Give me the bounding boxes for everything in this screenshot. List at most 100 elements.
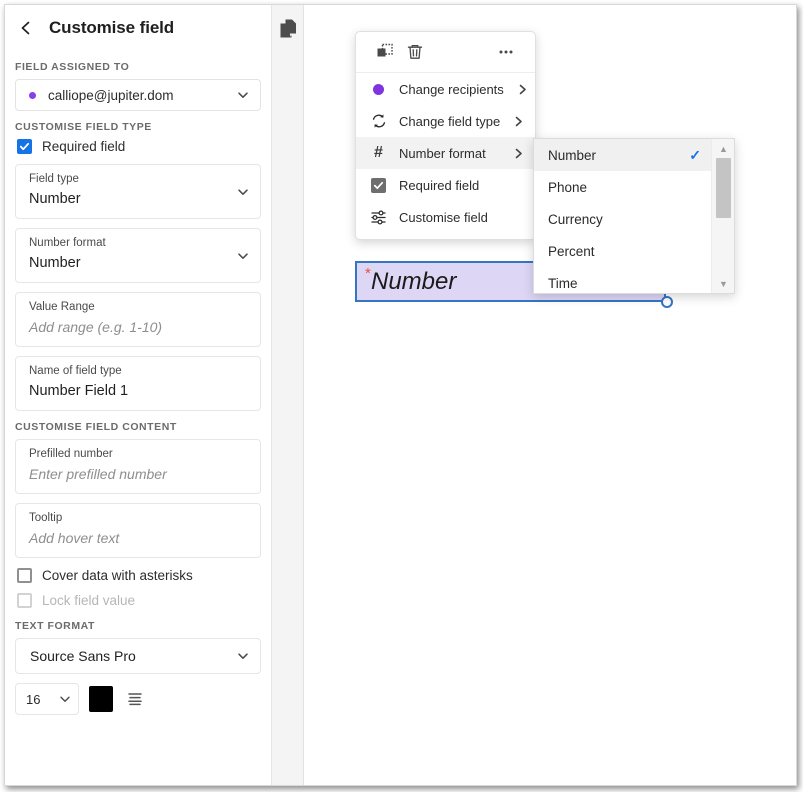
font-size-value: 16 (26, 692, 58, 707)
menu-item-change-field-type[interactable]: Change field type (356, 105, 535, 137)
more-options-icon (497, 43, 515, 61)
trash-icon (406, 43, 424, 61)
chevron-down-icon (236, 649, 250, 663)
submenu-option-time[interactable]: Time (534, 267, 711, 294)
name-of-field-type-input[interactable]: Name of field type Number Field 1 (15, 356, 261, 411)
scrollbar-thumb[interactable] (716, 158, 731, 218)
field-type-select[interactable]: Field type Number (15, 164, 261, 219)
delete-field-button[interactable] (400, 37, 430, 67)
submenu-option-number[interactable]: Number ✓ (534, 139, 711, 171)
duplicate-field-icon (376, 43, 394, 61)
submenu-scrollbar[interactable]: ▲ ▼ (711, 139, 734, 293)
number-format-select[interactable]: Number format Number (15, 228, 261, 283)
menu-item-customise-field-label: Customise field (399, 210, 525, 225)
sliders-icon (370, 209, 387, 226)
font-color-swatch[interactable] (89, 686, 113, 712)
field-assigned-to-value: calliope@jupiter.dom (48, 88, 236, 103)
scroll-down-arrow-icon[interactable]: ▼ (712, 275, 735, 292)
cover-data-checkbox-row[interactable]: Cover data with asterisks (17, 568, 271, 583)
submenu-option-phone[interactable]: Phone (534, 171, 711, 203)
check-icon (19, 141, 30, 152)
application-window: Customise field FIELD ASSIGNED TO callio… (4, 4, 797, 786)
chevron-down-icon (58, 692, 72, 706)
hash-icon: # (370, 145, 387, 162)
menu-item-required-field[interactable]: Required field (356, 169, 535, 201)
duplicate-field-button[interactable] (370, 37, 400, 67)
section-label-text-format: TEXT FORMAT (15, 620, 271, 632)
number-format-options-list: Number ✓ Phone Currency Percent Time (534, 139, 711, 293)
chevron-down-icon (236, 249, 250, 263)
value-range-placeholder: Add range (e.g. 1-10) (29, 317, 248, 337)
app-root: Customise field FIELD ASSIGNED TO callio… (0, 0, 803, 792)
number-format-value: Number (29, 253, 248, 273)
text-format-toolbar: 16 (15, 683, 261, 715)
submenu-option-time-label: Time (548, 276, 701, 291)
panel-header: Customise field (5, 5, 271, 51)
more-options-button[interactable] (491, 37, 521, 67)
menu-item-number-format[interactable]: # Number format (356, 137, 535, 169)
page-title: Customise field (49, 18, 174, 38)
prefilled-number-caption: Prefilled number (29, 447, 248, 462)
name-of-field-type-value: Number Field 1 (29, 381, 248, 401)
text-align-icon (126, 691, 144, 707)
chevron-right-icon (512, 115, 525, 128)
number-format-submenu: Number ✓ Phone Currency Percent Time ▲ ▼ (533, 138, 735, 294)
customise-field-sidebar: Customise field FIELD ASSIGNED TO callio… (5, 5, 272, 785)
submenu-option-percent[interactable]: Percent (534, 235, 711, 267)
back-button[interactable] (15, 17, 37, 39)
tooltip-input[interactable]: Tooltip Add hover text (15, 503, 261, 558)
cover-data-label: Cover data with asterisks (42, 568, 193, 583)
duplicate-pages-button[interactable] (280, 19, 297, 38)
check-icon: ✓ (689, 147, 701, 164)
tooltip-placeholder: Add hover text (29, 528, 248, 548)
font-size-select[interactable]: 16 (15, 683, 79, 715)
field-type-value: Number (29, 189, 248, 209)
field-assigned-to-select[interactable]: calliope@jupiter.dom (15, 79, 261, 111)
menu-item-change-recipients[interactable]: Change recipients (356, 73, 535, 105)
scroll-up-arrow-icon[interactable]: ▲ (712, 140, 735, 157)
pages-rail (272, 5, 304, 785)
section-label-field-type: CUSTOMISE FIELD TYPE (15, 121, 271, 133)
lock-field-value-label: Lock field value (42, 593, 135, 608)
field-resize-handle[interactable] (661, 296, 673, 308)
section-label-field-content: CUSTOMISE FIELD CONTENT (15, 421, 271, 433)
menu-item-change-field-type-label: Change field type (399, 114, 500, 129)
lock-field-value-checkbox (17, 593, 32, 608)
required-marker-icon: * (365, 266, 371, 281)
submenu-option-number-label: Number (548, 148, 689, 163)
required-field-checkbox[interactable] (17, 139, 32, 154)
menu-item-change-recipients-label: Change recipients (399, 82, 504, 97)
duplicate-pages-icon (280, 19, 297, 38)
section-label-assigned: FIELD ASSIGNED TO (15, 61, 271, 73)
prefilled-number-placeholder: Enter prefilled number (29, 464, 248, 484)
cover-data-checkbox[interactable] (17, 568, 32, 583)
menu-item-required-field-label: Required field (399, 178, 525, 193)
name-of-field-type-caption: Name of field type (29, 364, 248, 379)
chevron-left-icon (17, 19, 35, 37)
prefilled-number-input[interactable]: Prefilled number Enter prefilled number (15, 439, 261, 494)
number-format-caption: Number format (29, 236, 248, 251)
submenu-option-currency-label: Currency (548, 212, 701, 227)
sync-arrows-icon (370, 113, 387, 130)
recipient-dot-icon (370, 81, 387, 98)
required-field-checkbox-row[interactable]: Required field (17, 139, 271, 154)
chevron-down-icon (236, 88, 250, 102)
submenu-option-currency[interactable]: Currency (534, 203, 711, 235)
text-align-button[interactable] (123, 686, 147, 712)
value-range-caption: Value Range (29, 300, 248, 315)
chevron-right-icon (516, 83, 529, 96)
font-family-value: Source Sans Pro (30, 648, 236, 664)
checked-box-icon (370, 177, 387, 194)
lock-field-value-checkbox-row: Lock field value (17, 593, 271, 608)
menu-item-customise-field[interactable]: Customise field (356, 201, 535, 233)
value-range-input[interactable]: Value Range Add range (e.g. 1-10) (15, 292, 261, 347)
menu-item-number-format-label: Number format (399, 146, 500, 161)
context-menu-toolbar (356, 32, 535, 73)
submenu-option-percent-label: Percent (548, 244, 701, 259)
field-type-caption: Field type (29, 172, 248, 187)
font-family-select[interactable]: Source Sans Pro (15, 638, 261, 674)
chevron-down-icon (236, 185, 250, 199)
number-field-widget-label: Number (371, 268, 456, 296)
tooltip-caption: Tooltip (29, 511, 248, 526)
submenu-option-phone-label: Phone (548, 180, 701, 195)
